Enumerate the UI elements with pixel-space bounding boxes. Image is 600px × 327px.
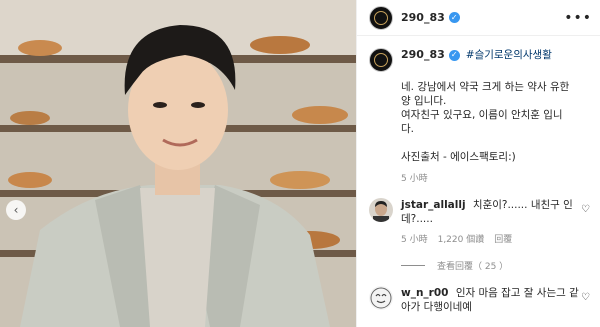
author-username[interactable]: 290_83 (401, 11, 445, 24)
comment-timestamp[interactable]: 5 小時 (401, 233, 428, 247)
view-replies-button[interactable]: 查看回覆（ 25 ） (401, 259, 600, 272)
reply-button[interactable]: 回覆 (494, 233, 512, 247)
caption-username[interactable]: 290_83 (401, 48, 445, 62)
verified-badge-icon: ✓ (448, 49, 460, 61)
caption-line: 다. (401, 123, 414, 135)
caption-line: 양 입니다. (401, 95, 447, 107)
commenter-avatar[interactable] (369, 198, 393, 222)
verified-badge-icon: ✓ (448, 12, 460, 23)
caption-hashtag[interactable]: #슬기로운의사생활 (466, 48, 552, 62)
caption-avatar[interactable] (369, 48, 393, 72)
caption-line: 여자친구 있구요, 이름이 안치훈 입니 (401, 109, 563, 121)
comment-item: w_n_r00 인자 마음 잡고 잘 사는그 같아가 다행이네예 ♡ (357, 286, 600, 314)
heart-icon[interactable]: ♡ (581, 204, 590, 215)
caption-text: 네. 강남에서 약국 크게 하는 약사 유한 양 입니다. 여자친구 있구요, … (401, 80, 591, 164)
comment-likes[interactable]: 1,220 個讚 (438, 233, 485, 247)
comment-username[interactable]: w_n_r00 (401, 287, 448, 299)
photo-image (0, 0, 356, 327)
instagram-post: ‹ 290_83 ✓ ••• 290_83 ✓ #슬기로운의사생활 네. 강남에… (0, 0, 600, 327)
post-info-panel: 290_83 ✓ ••• 290_83 ✓ #슬기로운의사생활 네. 강남에서 … (356, 0, 600, 327)
previous-photo-button[interactable]: ‹ (6, 200, 26, 220)
caption-timestamp[interactable]: 5 小時 (401, 172, 591, 186)
heart-icon[interactable]: ♡ (581, 292, 590, 303)
author-avatar[interactable] (369, 5, 393, 30)
post-header: 290_83 ✓ ••• (357, 0, 600, 36)
view-replies-label: 查看回覆（ 25 ） (437, 262, 509, 272)
commenter-avatar[interactable] (369, 286, 393, 310)
caption-line: 사진출처 - 에이스팩토리:) (401, 151, 516, 163)
comment-item: jstar_allallj 치훈이?...... 내친구 인데?..... 5 … (357, 198, 600, 247)
comment-username[interactable]: jstar_allallj (401, 199, 466, 211)
post-caption: 290_83 ✓ #슬기로운의사생활 네. 강남에서 약국 크게 하는 약사 유… (357, 36, 600, 186)
more-horizontal-icon[interactable]: ••• (564, 10, 592, 26)
post-photo[interactable]: ‹ (0, 0, 356, 327)
caption-line: 네. 강남에서 약국 크게 하는 약사 유한 (401, 81, 570, 93)
